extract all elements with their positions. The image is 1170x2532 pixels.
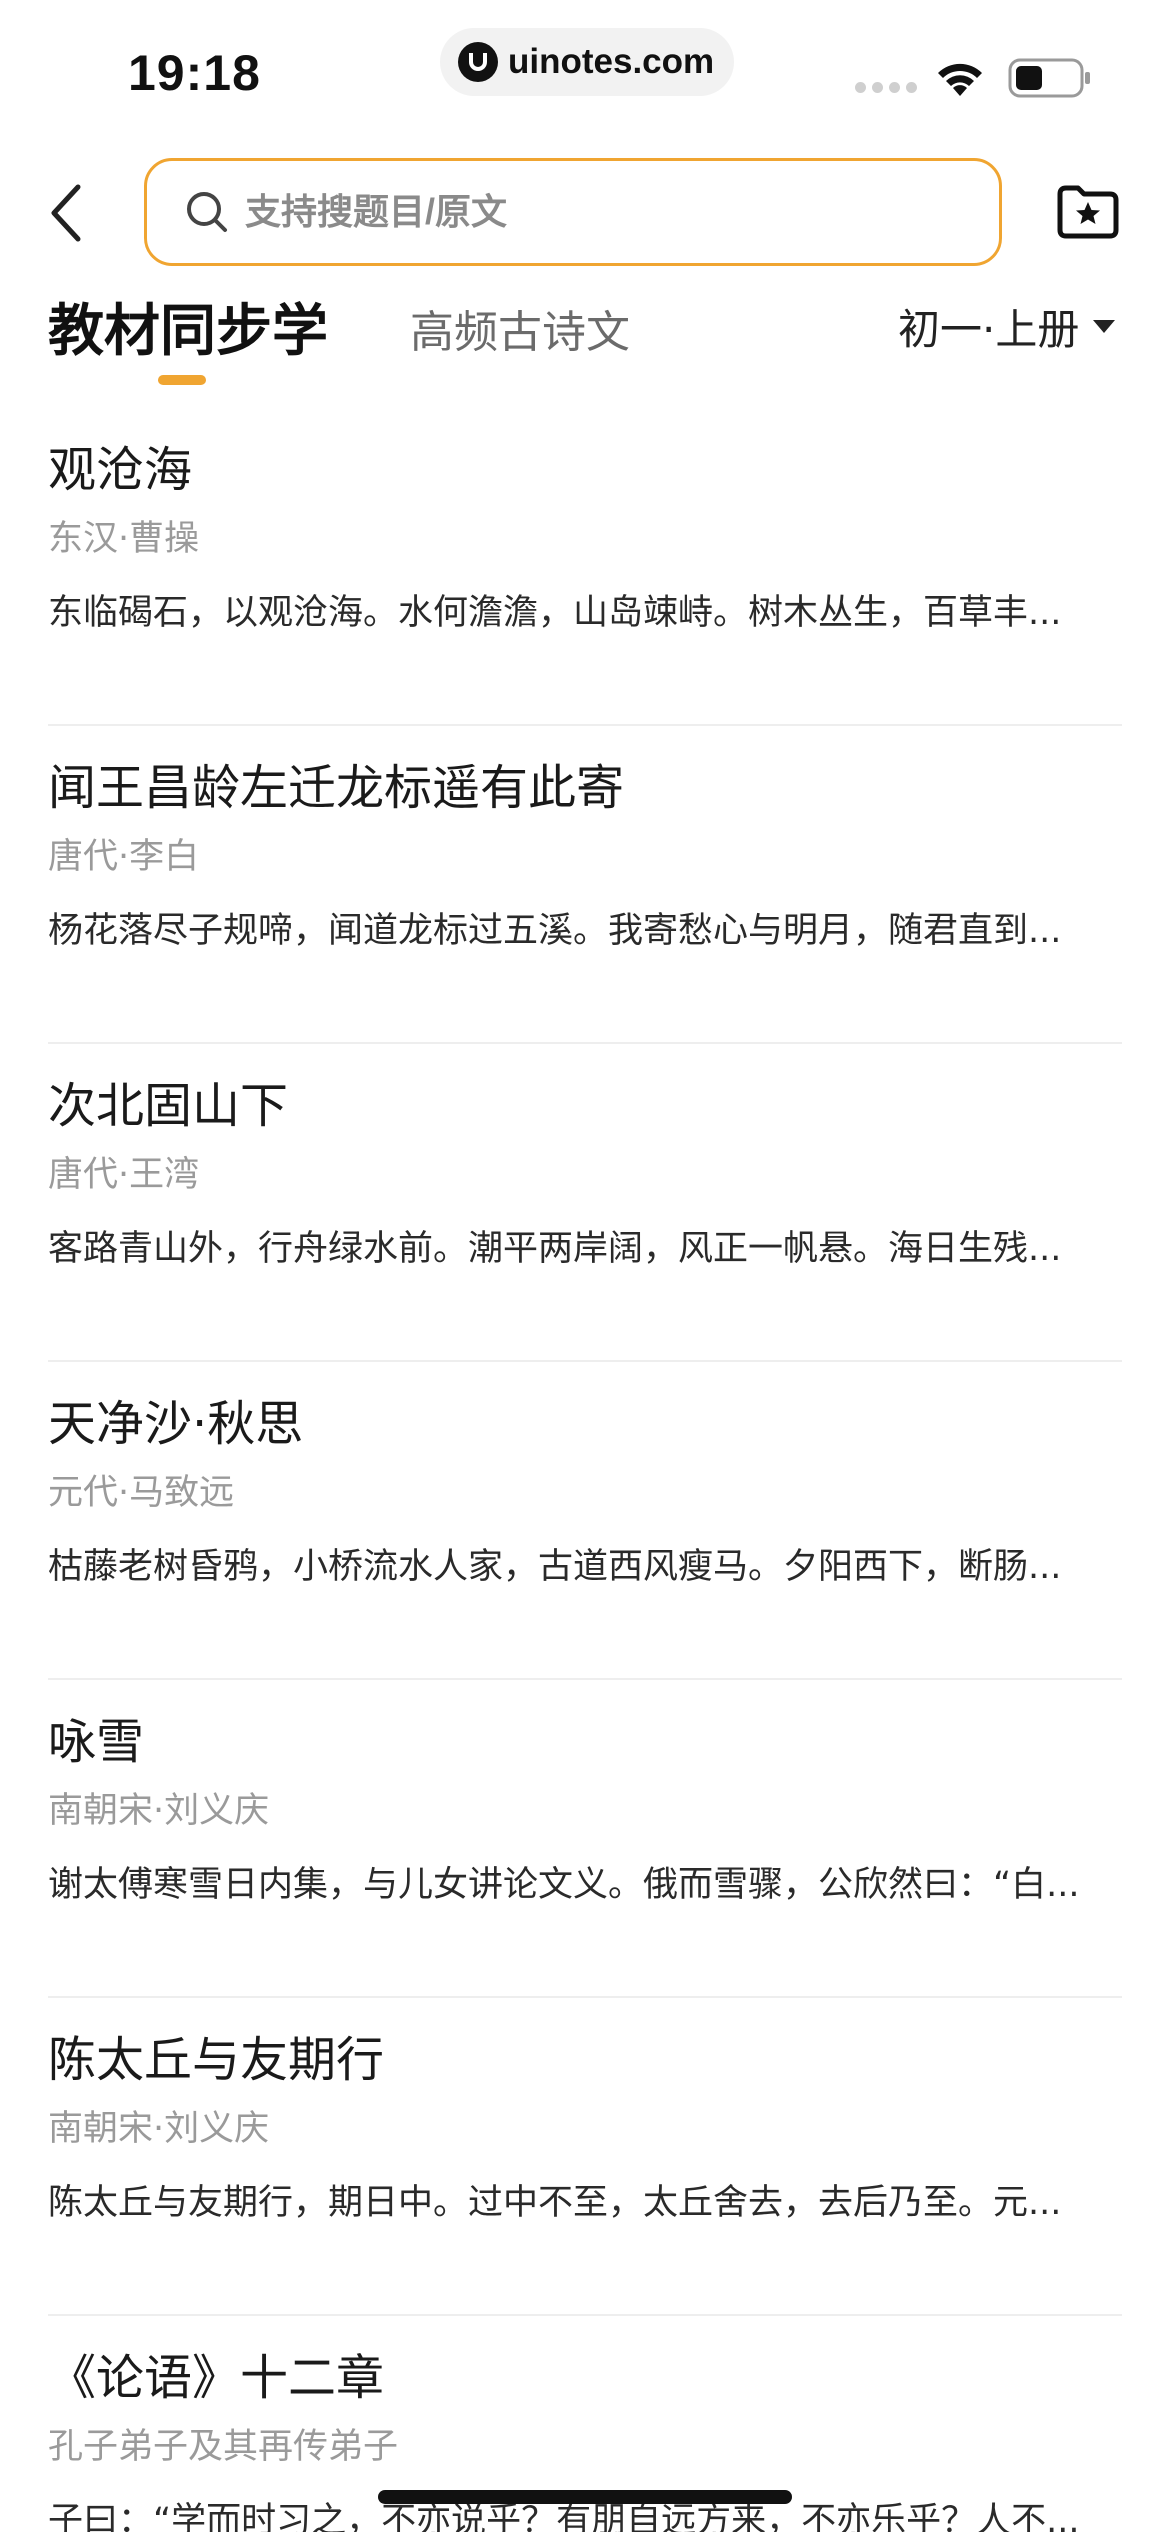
url-pill[interactable]: uinotes.com (440, 28, 734, 96)
poem-excerpt: 枯藤老树昏鸦，小桥流水人家，古道西风瘦马。夕阳西下，断肠... (48, 1547, 1062, 1587)
grade-selector-label: 初一·上册 (898, 305, 1080, 354)
poem-excerpt: 客路青山外，行舟绿水前。潮平两岸阔，风正一帆悬。海日生残... (48, 1229, 1062, 1269)
list-item[interactable]: 咏雪 南朝宋·刘义庆 谢太傅寒雪日内集，与儿女讲论文义。俄而雪骤，公欣然曰：“白… (48, 1680, 1122, 1998)
chevron-left-icon (51, 184, 81, 242)
cellular-signal-icon (855, 82, 917, 93)
list-item[interactable]: 天净沙·秋思 元代·马致远 枯藤老树昏鸦，小桥流水人家，古道西风瘦马。夕阳西下，… (48, 1362, 1122, 1680)
tab-frequent-poems[interactable]: 高频古诗文 (410, 296, 630, 360)
search-icon (187, 192, 227, 232)
list-item[interactable]: 观沧海 东汉·曹操 东临碣石，以观沧海。水何澹澹，山岛竦峙。树木丛生，百草丰..… (48, 408, 1122, 726)
uinotes-logo-icon (458, 42, 498, 82)
tab-active-indicator (158, 375, 206, 385)
star-folder-icon (1057, 185, 1119, 239)
url-text: uinotes.com (508, 42, 715, 81)
caret-down-icon (1093, 320, 1116, 333)
status-time: 19:18 (128, 45, 261, 101)
poem-title: 咏雪 (48, 1714, 145, 1770)
poem-title: 次北固山下 (48, 1078, 289, 1134)
status-bar: 19:18 uinotes.com (0, 0, 1170, 140)
wifi-icon (938, 63, 982, 96)
poem-title: 闻王昌龄左迁龙标遥有此寄 (48, 760, 625, 816)
poem-excerpt: 杨花落尽子规啼，闻道龙标过五溪。我寄愁心与明月，随君直到... (48, 911, 1062, 951)
poem-author: 唐代·王湾 (48, 1155, 200, 1195)
poem-list: 观沧海 东汉·曹操 东临碣石，以观沧海。水何澹澹，山岛竦峙。树木丛生，百草丰..… (48, 408, 1122, 2532)
poem-title: 天净沙·秋思 (48, 1396, 304, 1452)
poem-author: 元代·马致远 (48, 1473, 235, 1513)
poem-author: 孔子弟子及其再传弟子 (48, 2427, 399, 2467)
poem-title: 陈太丘与友期行 (48, 2032, 385, 2088)
list-item[interactable]: 闻王昌龄左迁龙标遥有此寄 唐代·李白 杨花落尽子规啼，闻道龙标过五溪。我寄愁心与… (48, 726, 1122, 1044)
poem-excerpt: 东临碣石，以观沧海。水何澹澹，山岛竦峙。树木丛生，百草丰... (48, 593, 1062, 633)
poem-title: 观沧海 (48, 442, 193, 498)
poem-title: 《论语》十二章 (48, 2350, 385, 2406)
list-item[interactable]: 次北固山下 唐代·王湾 客路青山外，行舟绿水前。潮平两岸阔，风正一帆悬。海日生残… (48, 1044, 1122, 1362)
back-button[interactable] (36, 168, 96, 258)
grade-selector[interactable]: 初一·上册 (898, 296, 1116, 357)
poem-author: 唐代·李白 (48, 837, 200, 877)
search-box[interactable] (144, 158, 1002, 266)
home-indicator[interactable] (378, 2490, 792, 2504)
poem-excerpt: 谢太傅寒雪日内集，与儿女讲论文义。俄而雪骤，公欣然曰：“白... (48, 1865, 1080, 1905)
collection-button[interactable] (1054, 184, 1120, 240)
tab-textbook-sync[interactable]: 教材同步学 (48, 286, 328, 367)
battery-icon (1008, 58, 1090, 98)
poem-author: 东汉·曹操 (48, 519, 200, 559)
poem-excerpt: 陈太丘与友期行，期日中。过中不至，太丘舍去，去后乃至。元... (48, 2183, 1062, 2223)
poem-author: 南朝宋·刘义庆 (48, 2109, 270, 2149)
poem-author: 南朝宋·刘义庆 (48, 1791, 270, 1831)
search-input[interactable] (245, 191, 945, 233)
list-item[interactable]: 陈太丘与友期行 南朝宋·刘义庆 陈太丘与友期行，期日中。过中不至，太丘舍去，去后… (48, 1998, 1122, 2316)
